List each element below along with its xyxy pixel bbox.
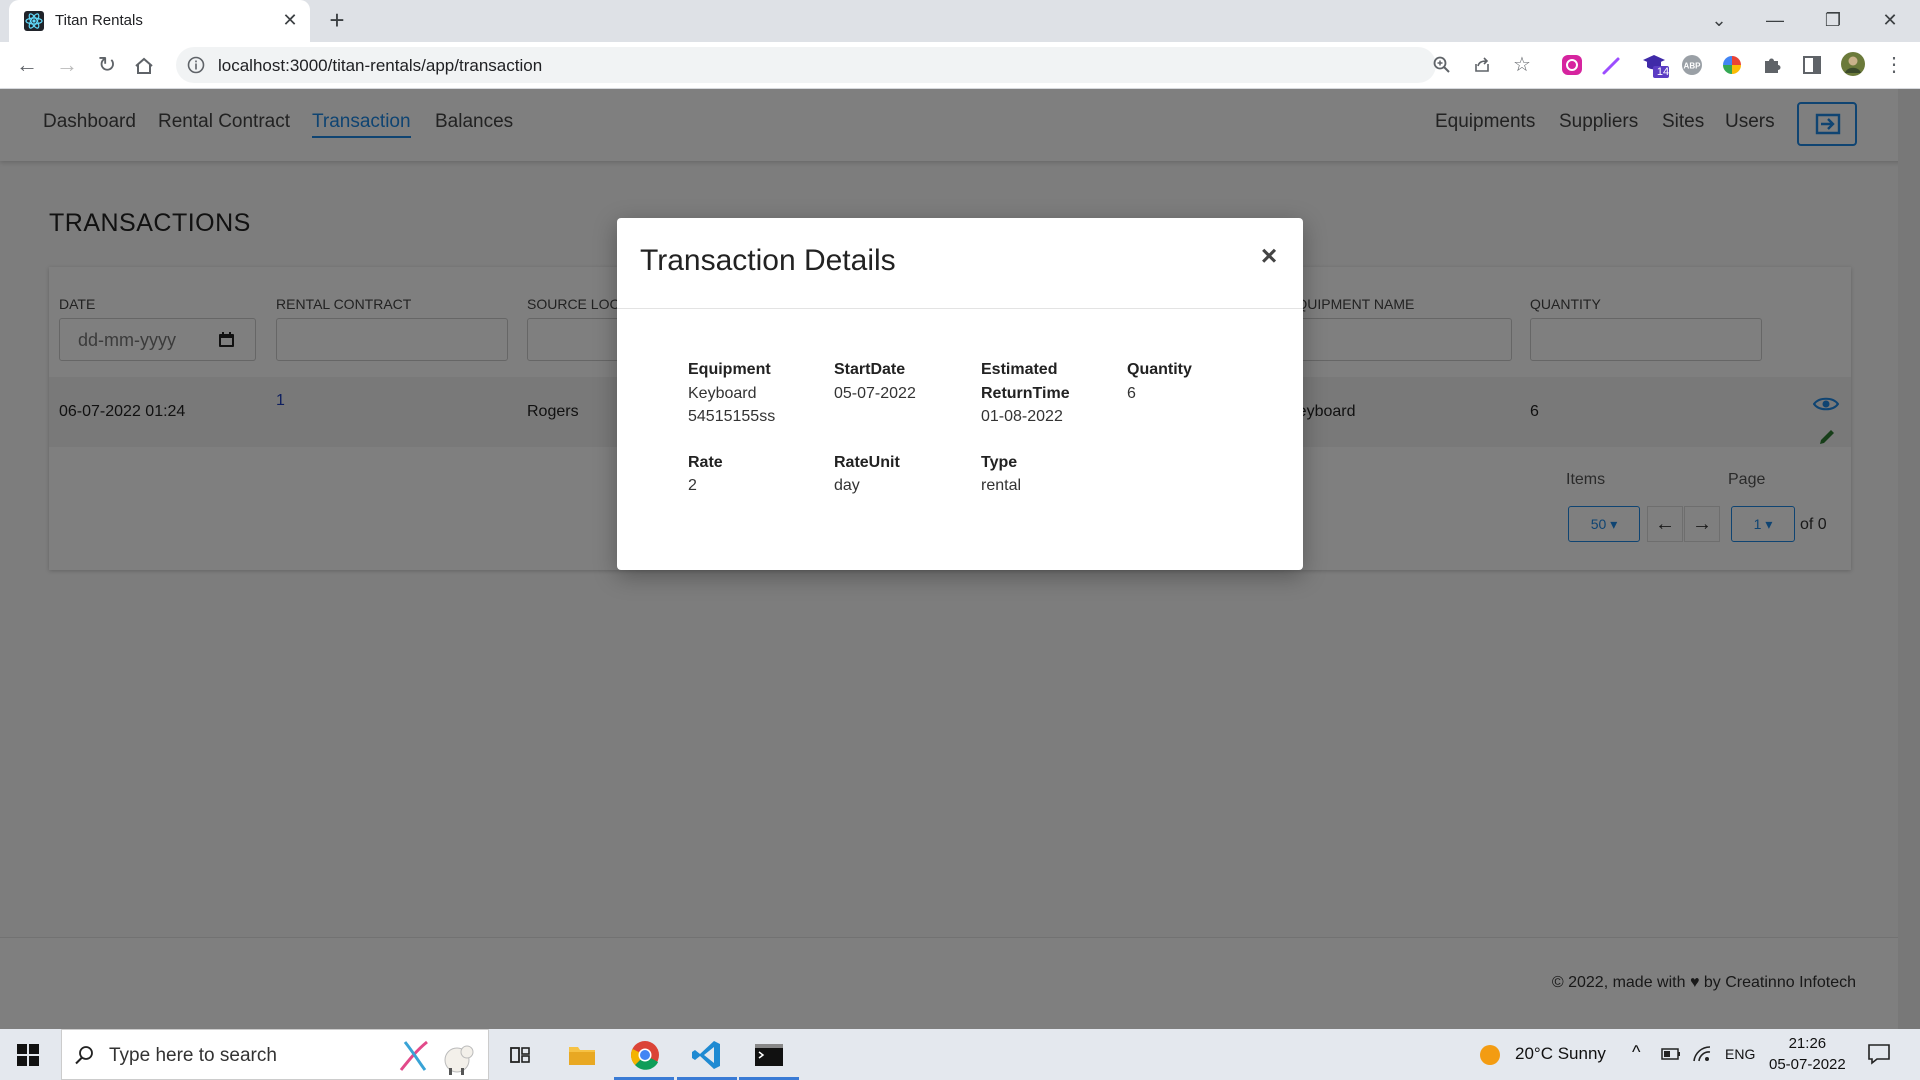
- tab-search-chevron-icon[interactable]: ⌄: [1704, 6, 1734, 34]
- windows-start-icon[interactable]: [16, 1043, 40, 1067]
- battery-icon[interactable]: [1661, 1047, 1681, 1061]
- vscode-icon[interactable]: [689, 1037, 725, 1073]
- equipment-label: Equipment: [688, 361, 771, 378]
- extension-badge: 14: [1656, 66, 1670, 78]
- chrome-icon[interactable]: [627, 1037, 663, 1073]
- quantity-label: Quantity: [1127, 361, 1192, 378]
- terminal-icon[interactable]: [751, 1037, 787, 1073]
- browser-toolbar: ← → ↻ localhost:3000/titan-rentals/app/t…: [0, 42, 1920, 89]
- rate-value: 2: [688, 477, 697, 494]
- info-icon[interactable]: [186, 55, 206, 75]
- address-bar[interactable]: localhost:3000/titan-rentals/app/transac…: [176, 47, 1531, 83]
- browser-tab[interactable]: Titan Rentals ✕: [9, 0, 310, 42]
- equipment-name-value: Keyboard: [688, 385, 757, 402]
- rateunit-value: day: [834, 477, 860, 494]
- profile-avatar-icon[interactable]: [1840, 51, 1866, 77]
- clock-date: 05-07-2022: [1769, 1056, 1846, 1073]
- menu-kebab-icon[interactable]: ⋮: [1880, 51, 1908, 79]
- transaction-details-modal: Transaction Details × Equipment Keyboard…: [617, 218, 1303, 570]
- language-indicator[interactable]: ENG: [1725, 1046, 1755, 1062]
- taskbar-search-box[interactable]: Type here to search: [61, 1029, 489, 1080]
- task-view-icon[interactable]: [502, 1037, 538, 1073]
- system-clock[interactable]: 21:26 05-07-2022: [1769, 1033, 1846, 1075]
- weather-text[interactable]: 20°C Sunny: [1515, 1044, 1606, 1064]
- home-icon[interactable]: [133, 55, 155, 77]
- share-icon[interactable]: [1472, 55, 1492, 75]
- modal-divider: [617, 308, 1303, 309]
- type-label: Type: [981, 454, 1018, 471]
- adblock-extension-icon[interactable]: ABP: [1681, 54, 1703, 76]
- file-explorer-icon[interactable]: [564, 1037, 600, 1073]
- restore-icon[interactable]: ❐: [1818, 6, 1848, 34]
- returntime-value: 01-08-2022: [981, 408, 1063, 425]
- new-tab-icon[interactable]: +: [324, 7, 350, 34]
- startdate-label: StartDate: [834, 361, 906, 378]
- search-placeholder: Type here to search: [109, 1045, 277, 1066]
- close-tab-icon[interactable]: ✕: [280, 10, 300, 30]
- type-value: rental: [981, 477, 1022, 494]
- rate-label: Rate: [688, 454, 723, 471]
- returntime-label: ReturnTime: [981, 385, 1070, 402]
- url-text: localhost:3000/titan-rentals/app/transac…: [218, 56, 543, 75]
- reload-icon[interactable]: ↻: [93, 51, 121, 79]
- side-panel-icon[interactable]: [1801, 54, 1823, 76]
- tab-title: Titan Rentals: [55, 12, 143, 29]
- forward-icon[interactable]: →: [53, 51, 81, 79]
- startdate-value: 05-07-2022: [834, 385, 916, 402]
- react-logo-icon: [24, 11, 44, 31]
- sun-weather-icon[interactable]: [1479, 1044, 1501, 1066]
- pen-extension-icon[interactable]: [1601, 54, 1623, 76]
- wifi-icon[interactable]: [1692, 1045, 1712, 1063]
- search-icon: [75, 1046, 93, 1065]
- minimize-icon[interactable]: —: [1760, 6, 1790, 34]
- tray-chevron-up-icon[interactable]: ^: [1632, 1042, 1640, 1063]
- clock-time: 21:26: [1788, 1035, 1827, 1052]
- equipment-code-value: 54515155ss: [688, 408, 776, 425]
- zoom-icon[interactable]: [1432, 55, 1452, 75]
- estimated-label: Estimated: [981, 361, 1058, 378]
- search-highlight-illustration-icon: [399, 1040, 474, 1075]
- notification-center-icon[interactable]: [1867, 1043, 1891, 1065]
- windows-taskbar: Type here to search 20°C Sunny ^ ENG 21:…: [0, 1029, 1920, 1080]
- svg-text:ABP: ABP: [1684, 62, 1702, 71]
- color-wheel-extension-icon[interactable]: [1721, 54, 1743, 76]
- browser-tabstrip: Titan Rentals ✕ + ⌄ — ❐ ✕: [0, 0, 1920, 42]
- bookmark-star-icon[interactable]: ☆: [1512, 55, 1532, 75]
- rateunit-label: RateUnit: [834, 454, 900, 471]
- modal-title: Transaction Details: [640, 244, 896, 277]
- app-viewport: Dashboard Rental Contract Transaction Ba…: [0, 89, 1920, 1029]
- close-window-icon[interactable]: ✕: [1875, 6, 1905, 34]
- close-icon[interactable]: ×: [1257, 242, 1281, 270]
- quantity-value: 6: [1127, 385, 1136, 402]
- instagram-extension-icon[interactable]: [1561, 54, 1583, 76]
- back-icon[interactable]: ←: [13, 51, 41, 79]
- extensions-puzzle-icon[interactable]: [1761, 54, 1783, 76]
